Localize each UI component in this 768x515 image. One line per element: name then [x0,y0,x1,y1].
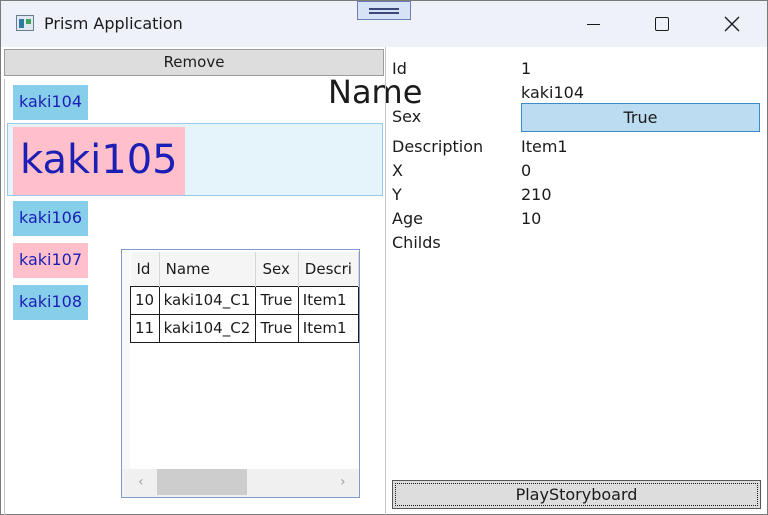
scroll-left-icon[interactable]: ‹ [138,474,144,490]
age-value: 10 [521,209,542,228]
cell-description[interactable]: Item1 [297,285,359,315]
id-value: 1 [521,59,532,78]
app-icon [16,15,34,31]
id-label: Id [392,59,407,78]
sex-toggle-button[interactable]: True [521,103,760,132]
name-header-overlay: Name [328,73,423,111]
age-label: Age [392,209,423,228]
description-value: Item1 [521,137,568,156]
cell-id[interactable]: 11 [130,313,160,343]
name-value: kaki104 [521,83,585,102]
remove-button[interactable]: Remove [4,49,384,76]
list-item-selected[interactable]: kaki105 [13,127,185,195]
list-item[interactable]: kaki106 [13,201,89,236]
cell-name[interactable]: kaki104_C1 [158,285,257,315]
column-header-description[interactable]: Descri [298,252,359,286]
maximize-icon [655,17,669,31]
description-label: Description [392,137,484,156]
x-value: 0 [521,161,532,180]
cell-id[interactable]: 10 [130,285,160,315]
cell-sex[interactable]: True [255,285,299,315]
x-label: X [392,161,403,180]
list-item[interactable]: kaki104 [13,85,89,120]
grid-row-header-gutter [122,250,130,497]
scroll-thumb[interactable] [157,469,247,495]
table-row[interactable]: 10 kaki104_C1 True Item1 [130,285,359,315]
close-button[interactable] [709,1,755,47]
sex-label: Sex [392,107,422,126]
cell-sex[interactable]: True [255,313,299,343]
maximize-button[interactable] [639,1,685,47]
column-header-sex[interactable]: Sex [255,252,299,286]
close-icon [724,16,740,32]
drag-grip-icon[interactable] [357,1,411,20]
horizontal-scrollbar[interactable]: ‹ › [122,469,359,497]
title-bar[interactable]: Prism Application [1,1,767,47]
y-label: Y [392,185,402,204]
grid-table: Id Name Sex Descri 10 kaki104_C1 True It… [130,252,359,343]
y-value: 210 [521,185,552,204]
childs-label: Childs [392,233,441,252]
grid-header-row: Id Name Sex Descri [130,252,359,286]
minimize-icon [587,24,600,25]
childs-data-grid[interactable]: Id Name Sex Descri 10 kaki104_C1 True It… [121,249,360,498]
play-storyboard-button[interactable]: PlayStoryboard [392,480,761,509]
list-item[interactable]: kaki107 [13,243,89,278]
main-window: Prism Application Remove kaki104 kaki105… [0,0,768,515]
list-item[interactable]: kaki108 [13,285,89,320]
panel-splitter[interactable] [385,47,386,515]
window-title: Prism Application [44,14,183,33]
table-row[interactable]: 11 kaki104_C2 True Item1 [130,313,359,343]
cell-name[interactable]: kaki104_C2 [158,313,257,343]
scroll-right-icon[interactable]: › [340,474,346,490]
column-header-id[interactable]: Id [130,252,160,286]
cell-description[interactable]: Item1 [297,313,359,343]
column-header-name[interactable]: Name [159,252,257,286]
minimize-button[interactable] [571,1,617,47]
